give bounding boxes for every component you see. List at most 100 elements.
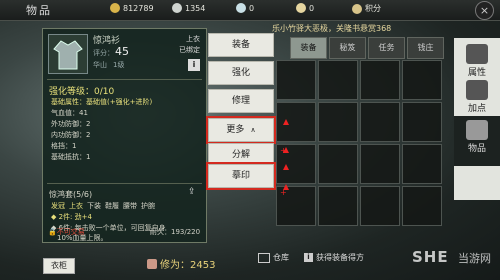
enhance-button[interactable]: 强化 bbox=[208, 61, 274, 85]
bag-slot[interactable] bbox=[276, 144, 316, 184]
bag-slot[interactable] bbox=[402, 102, 442, 142]
enhance-level: 强化等级：0/10 bbox=[49, 87, 115, 97]
points-label: 积分 bbox=[365, 4, 381, 13]
untradable-text: 不可交易 bbox=[56, 228, 85, 236]
top-bar: 物品 812789 1354 0 0 积分 × bbox=[0, 0, 500, 21]
gem-icon bbox=[236, 3, 246, 13]
warehouse-label: 仓库 bbox=[273, 253, 289, 262]
item-detail-panel: 惊鸿衫 上衣 已绑定 评分： 45 华山 1级 i 强化等级：0/10 基础属性… bbox=[42, 28, 207, 243]
stat-ext-def: 外功防御：2 bbox=[51, 120, 91, 128]
repair-button[interactable]: 修理 bbox=[208, 89, 274, 113]
coupon-resource: 0 bbox=[296, 3, 314, 13]
tab-quest[interactable]: 任务 bbox=[368, 37, 405, 59]
gold-value: 812789 bbox=[123, 3, 154, 13]
set-parts: 发冠 上衣 下装 鞋履 腰带 护腕 bbox=[51, 201, 155, 211]
bag-slot[interactable] bbox=[318, 144, 358, 184]
cultivation-text: 修为：2453 bbox=[160, 260, 216, 271]
coupon-icon bbox=[296, 3, 306, 13]
game-scene: 物品 812789 1354 0 0 积分 × 乐小竹驿大恶极，关隆书悬赏368 bbox=[0, 0, 500, 280]
right-nav: 属性 加点 物品 bbox=[454, 38, 500, 200]
points-resource: 积分 bbox=[352, 3, 381, 14]
robe-icon bbox=[53, 40, 83, 70]
set-name: 惊鸿套(5/6) bbox=[49, 190, 93, 199]
how-to-get-button[interactable]: i 获得装备得方 bbox=[304, 252, 364, 263]
share-icon[interactable]: ⇪ bbox=[188, 187, 196, 197]
gold-resource: 812789 bbox=[110, 3, 154, 13]
bag-slot[interactable] bbox=[276, 60, 316, 100]
cultivation: 修为：2453 bbox=[147, 256, 215, 271]
news-ticker: 乐小竹驿大恶极，关隆书悬赏368 bbox=[272, 24, 392, 33]
set-part: 鞋履 bbox=[105, 202, 119, 210]
silver-icon bbox=[172, 3, 182, 13]
imprint-button[interactable]: 摹印 bbox=[206, 162, 276, 190]
item-info-button[interactable]: i bbox=[188, 59, 200, 71]
base-prop-heading: 基础属性：基础值(+强化+进阶) bbox=[51, 98, 153, 106]
divider bbox=[47, 183, 202, 184]
set-part: 发冠 bbox=[51, 202, 65, 210]
new-item-marker-icon bbox=[283, 110, 289, 125]
item-thumbnail bbox=[48, 34, 88, 74]
nav-items-label: 物品 bbox=[467, 144, 486, 154]
set-part: 护腕 bbox=[141, 202, 155, 210]
bound-status: 已绑定 bbox=[179, 46, 200, 54]
gem-value: 0 bbox=[249, 3, 255, 13]
set-bonus-2: ◆ 2件: 劲+4 bbox=[51, 213, 92, 221]
set-part: 上衣 bbox=[69, 202, 83, 210]
watermark-logo: SHE bbox=[412, 248, 449, 266]
how-to-get-label: 获得装备得方 bbox=[316, 253, 364, 262]
tab-bank[interactable]: 钱庄 bbox=[407, 37, 444, 59]
bag-slot[interactable] bbox=[360, 102, 400, 142]
bag-slot[interactable] bbox=[360, 60, 400, 100]
divider bbox=[47, 79, 202, 80]
nav-items[interactable]: 物品 bbox=[454, 116, 500, 166]
nav-add-points[interactable]: 加点 bbox=[454, 80, 500, 114]
untradable-label: 🔒不可交易 bbox=[48, 228, 85, 236]
more-label: 更多 bbox=[226, 125, 245, 135]
cultivation-icon bbox=[147, 258, 157, 269]
page-title: 物品 bbox=[26, 4, 52, 17]
silver-value: 1354 bbox=[185, 3, 206, 13]
info-icon: i bbox=[304, 253, 313, 262]
attributes-icon bbox=[466, 44, 488, 64]
tab-manuals[interactable]: 秘笈 bbox=[329, 37, 366, 59]
item-level: 1级 bbox=[113, 61, 125, 69]
bag-slot[interactable] bbox=[360, 144, 400, 184]
new-item-marker-icon bbox=[283, 175, 289, 190]
new-item-marker-icon bbox=[283, 155, 289, 170]
bag-slot[interactable] bbox=[402, 144, 442, 184]
stat-hp: 气血值：41 bbox=[51, 109, 88, 117]
bag-slot[interactable] bbox=[318, 102, 358, 142]
set-part: 下装 bbox=[87, 202, 101, 210]
silver-resource: 1354 bbox=[172, 3, 205, 13]
equip-button[interactable]: 装备 bbox=[208, 33, 274, 57]
nav-attributes[interactable]: 属性 bbox=[454, 44, 500, 78]
wardrobe-button[interactable]: 衣柜 bbox=[43, 258, 75, 274]
bag-slot[interactable] bbox=[402, 186, 442, 226]
gem-resource: 0 bbox=[236, 3, 254, 13]
tab-equipment[interactable]: 装备 bbox=[290, 37, 327, 59]
new-item-marker-icon bbox=[283, 138, 289, 153]
close-button[interactable]: × bbox=[475, 1, 494, 20]
add-points-icon bbox=[466, 80, 488, 100]
set-part: 腰带 bbox=[123, 202, 137, 210]
bag-slot[interactable] bbox=[402, 60, 442, 100]
bag-grid bbox=[276, 60, 446, 237]
bag-slot[interactable] bbox=[360, 186, 400, 226]
score-value: 45 bbox=[115, 45, 129, 58]
item-slot: 上衣 bbox=[186, 35, 200, 43]
points-icon bbox=[352, 3, 362, 14]
warehouse-icon bbox=[258, 252, 270, 263]
stat-int-def: 内功防御：2 bbox=[51, 131, 91, 139]
score-label: 评分： bbox=[93, 49, 114, 57]
bag-slot[interactable] bbox=[318, 186, 358, 226]
warehouse-button[interactable]: 仓库 bbox=[258, 252, 289, 263]
nav-add-points-label: 加点 bbox=[467, 104, 486, 114]
stat-block: 格挡：1 bbox=[51, 142, 77, 150]
more-button[interactable]: 更多 ∧ bbox=[206, 116, 276, 144]
bag-slot[interactable] bbox=[276, 186, 316, 226]
bag-slot[interactable] bbox=[318, 60, 358, 100]
bag-icon bbox=[466, 120, 488, 140]
chevron-up-icon: ∧ bbox=[250, 126, 256, 134]
bag-slot[interactable] bbox=[276, 102, 316, 142]
item-sect: 华山 bbox=[93, 61, 107, 69]
